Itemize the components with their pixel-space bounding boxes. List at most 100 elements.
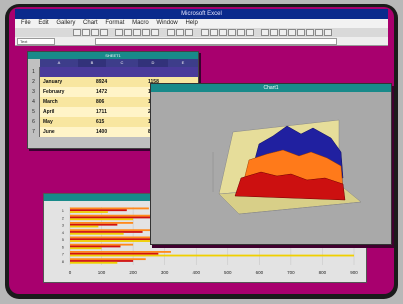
row-number[interactable]: 5: [28, 107, 40, 117]
menu-window[interactable]: Window: [156, 20, 177, 26]
x-tick-label: 400: [192, 270, 200, 275]
menu-help[interactable]: Help: [185, 20, 197, 26]
toolbar-button[interactable]: [324, 29, 332, 36]
table-row: 1: [28, 67, 198, 77]
toolbar-button[interactable]: [124, 29, 132, 36]
bar: [70, 225, 99, 228]
toolbar-button[interactable]: [82, 29, 90, 36]
menu-edit[interactable]: Edit: [38, 20, 48, 26]
toolbar-button[interactable]: [176, 29, 184, 36]
x-tick-label: 200: [129, 270, 137, 275]
menu-macro[interactable]: Macro: [132, 20, 149, 26]
toolbar-button[interactable]: [297, 29, 305, 36]
row-number[interactable]: 2: [28, 77, 40, 87]
toolbar-button[interactable]: [115, 29, 123, 36]
row-number[interactable]: 3: [28, 87, 40, 97]
bar: [70, 243, 134, 246]
toolbar-button[interactable]: [201, 29, 209, 36]
x-tick-label: 700: [287, 270, 295, 275]
cell-month[interactable]: June: [43, 127, 77, 137]
toolbar-button[interactable]: [306, 29, 314, 36]
category-label: 6: [62, 244, 65, 249]
toolbar-button[interactable]: [91, 29, 99, 36]
toolbar-button[interactable]: [288, 29, 296, 36]
bar: [70, 211, 108, 213]
column-header[interactable]: A: [40, 59, 78, 67]
toolbar-button[interactable]: [167, 29, 175, 36]
bar: [70, 260, 134, 262]
cell-month[interactable]: April: [43, 107, 77, 117]
menu-file[interactable]: File: [21, 20, 31, 26]
cell-value[interactable]: 806: [96, 97, 118, 107]
x-tick-label: 0: [69, 270, 72, 275]
category-label: 8: [62, 259, 65, 264]
column-header[interactable]: E: [168, 59, 198, 67]
cell-month[interactable]: January: [43, 77, 77, 87]
category-label: 5: [62, 237, 65, 242]
category-label: 2: [62, 215, 65, 220]
cell-value[interactable]: 1711: [96, 107, 118, 117]
x-tick-label: 900: [350, 270, 358, 275]
column-header[interactable]: C: [106, 59, 138, 67]
bar: [70, 258, 146, 261]
bar: [70, 245, 121, 248]
row-number[interactable]: 4: [28, 97, 40, 107]
spreadsheet-title[interactable]: SHEET1: [28, 52, 198, 59]
category-label: 7: [62, 252, 65, 257]
chart-window-title[interactable]: Chart1: [151, 84, 391, 92]
toolbar-button[interactable]: [228, 29, 236, 36]
cell-month[interactable]: March: [43, 97, 77, 107]
menu-bar: File Edit Gallery Chart Format Macro Win…: [15, 19, 388, 28]
bar: [70, 254, 354, 257]
cell-value[interactable]: 1400: [96, 127, 118, 137]
menu-gallery[interactable]: Gallery: [56, 20, 75, 26]
toolbar-button[interactable]: [315, 29, 323, 36]
bar: [70, 207, 149, 210]
bar: [70, 231, 143, 233]
cell-value[interactable]: 1472: [96, 87, 118, 97]
toolbar-button[interactable]: [261, 29, 269, 36]
bar: [70, 209, 127, 212]
toolbar-button[interactable]: [73, 29, 81, 36]
toolbar-button[interactable]: [142, 29, 150, 36]
toolbar-button[interactable]: [270, 29, 278, 36]
bar: [70, 252, 159, 255]
bar: [70, 218, 134, 221]
row-number[interactable]: 1: [28, 67, 40, 77]
cell-value[interactable]: 8924: [96, 77, 118, 87]
area-chart-3d: [151, 92, 391, 244]
toolbar-button[interactable]: [246, 29, 254, 36]
x-tick-label: 300: [161, 270, 169, 275]
cell-month[interactable]: May: [43, 117, 77, 127]
toolbar-button[interactable]: [100, 29, 108, 36]
toolbar-button[interactable]: [133, 29, 141, 36]
x-tick-label: 800: [319, 270, 327, 275]
toolbar-button[interactable]: [219, 29, 227, 36]
row-number[interactable]: 6: [28, 117, 40, 127]
chart-window: Chart1: [150, 83, 392, 245]
toolbar-button[interactable]: [279, 29, 287, 36]
menu-format[interactable]: Format: [105, 20, 124, 26]
toolbar-button[interactable]: [237, 29, 245, 36]
screen: Microsoft Excel File Edit Gallery Chart …: [9, 7, 394, 294]
formula-bar: Text: [15, 37, 388, 46]
category-label: 1: [62, 208, 65, 213]
column-header[interactable]: D: [138, 59, 168, 67]
bar: [70, 232, 124, 235]
toolbar-button[interactable]: [210, 29, 218, 36]
formula-input[interactable]: [95, 38, 337, 45]
toolbar-button[interactable]: [185, 29, 193, 36]
bar: [70, 223, 118, 226]
cell-month[interactable]: February: [43, 87, 77, 97]
row-number[interactable]: 7: [28, 127, 40, 137]
x-tick-label: 500: [224, 270, 232, 275]
column-header[interactable]: B: [78, 59, 106, 67]
cell-header-row[interactable]: [40, 67, 198, 77]
menu-chart[interactable]: Chart: [83, 20, 98, 26]
bar: [70, 222, 134, 224]
toolbar-button[interactable]: [151, 29, 159, 36]
bar: [70, 216, 153, 219]
cell-value[interactable]: 615: [96, 117, 118, 127]
name-box[interactable]: Text: [17, 38, 55, 45]
x-tick-label: 100: [98, 270, 106, 275]
